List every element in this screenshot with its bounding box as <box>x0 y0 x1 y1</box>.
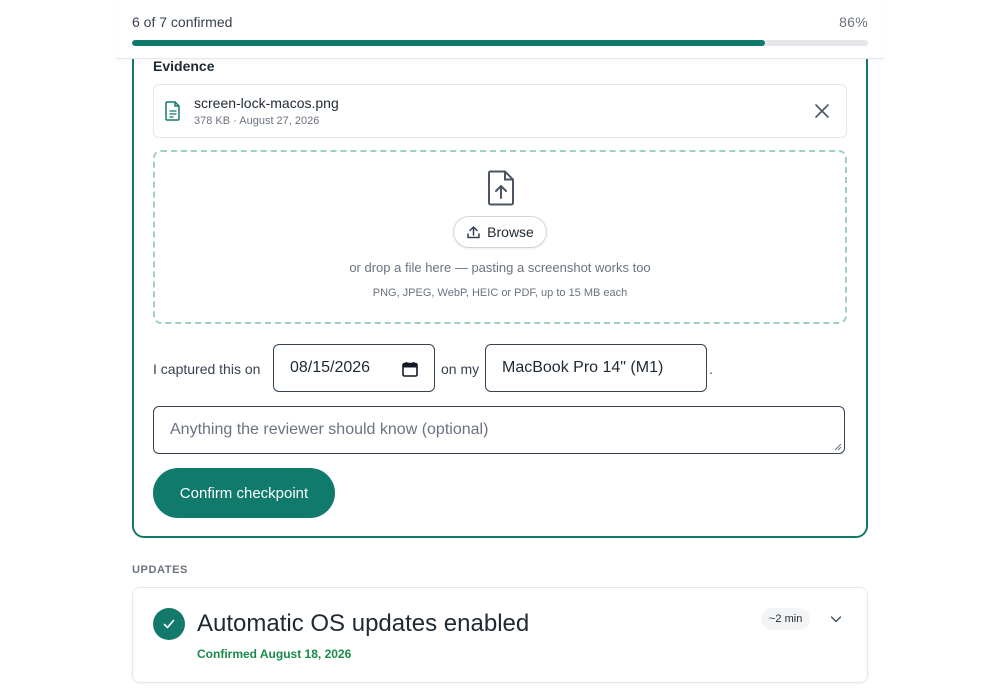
browse-label: Browse <box>487 224 534 240</box>
drop-hint: or drop a file here — pasting a screensh… <box>349 260 651 275</box>
progress-header: 6 of 7 confirmed 86% <box>116 0 884 59</box>
file-upload-icon <box>488 170 514 206</box>
document-icon <box>165 101 180 121</box>
device-input[interactable]: MacBook Pro 14" (M1) <box>485 344 707 392</box>
capture-date-value: 08/15/2026 <box>290 359 371 376</box>
capture-suffix: . <box>709 361 713 377</box>
section-label-updates: UPDATES <box>132 564 188 576</box>
file-meta: 378 KB · August 27, 2026 <box>194 115 320 127</box>
progress-bar-fill <box>132 40 765 46</box>
checkpoint-item[interactable]: Automatic OS updates enabled Confirmed A… <box>132 587 868 683</box>
capture-middle: on my <box>441 361 480 377</box>
capture-prefix: I captured this on <box>153 361 261 377</box>
reviewer-notes-field[interactable]: Anything the reviewer should know (optio… <box>153 406 845 454</box>
file-dropzone[interactable]: Browse or drop a file here — pasting a s… <box>153 150 847 324</box>
calendar-icon[interactable] <box>402 361 418 377</box>
attached-file: screen-lock-macos.png 378 KB · August 27… <box>153 84 847 138</box>
check-icon <box>153 608 185 640</box>
progress-percent: 86% <box>839 14 868 30</box>
capture-date-input[interactable]: 08/15/2026 <box>273 344 435 392</box>
notes-placeholder: Anything the reviewer should know (optio… <box>170 421 489 438</box>
progress-count: 6 of 7 confirmed <box>132 14 233 30</box>
file-name: screen-lock-macos.png <box>194 95 339 111</box>
accepted-formats: PNG, JPEG, WebP, HEIC or PDF, up to 15 M… <box>372 287 628 299</box>
close-icon[interactable] <box>812 101 832 121</box>
capture-sentence: I captured this on 08/15/2026 on my MacB… <box>153 344 853 394</box>
resize-grip-icon[interactable] <box>834 443 842 451</box>
confirm-checkpoint-button[interactable]: Confirm checkpoint <box>153 468 335 518</box>
upload-icon <box>467 225 480 238</box>
evidence-title: Evidence <box>153 58 215 74</box>
progress-bar <box>132 40 868 46</box>
duration-badge: ~2 min <box>761 608 811 630</box>
device-value: MacBook Pro 14" (M1) <box>502 359 664 376</box>
checkpoint-status: Confirmed August 18, 2026 <box>197 647 352 661</box>
browse-button[interactable]: Browse <box>453 216 547 248</box>
checkpoint-title: Automatic OS updates enabled <box>197 610 530 637</box>
chevron-down-icon[interactable] <box>829 612 843 626</box>
